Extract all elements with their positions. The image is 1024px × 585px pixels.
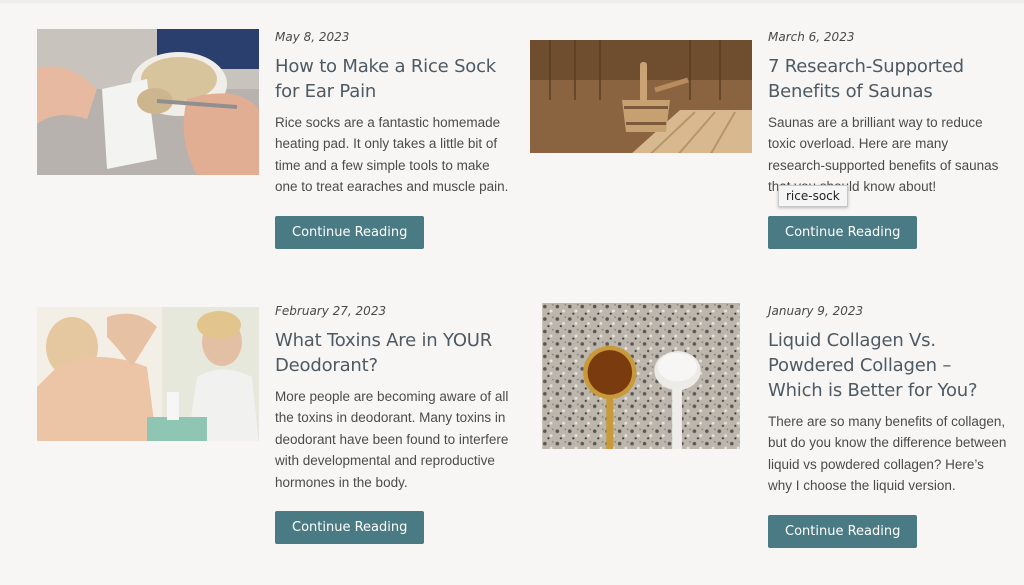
continue-reading-button[interactable]: Continue Reading — [275, 215, 425, 249]
continue-reading-button[interactable]: Continue Reading — [275, 511, 425, 545]
post-thumbnail-rice-sock[interactable] — [37, 29, 259, 175]
top-divider — [0, 0, 1024, 3]
post-thumbnail-collagen[interactable] — [530, 303, 752, 467]
post-date: May 8, 2023 — [275, 30, 350, 44]
post-title-link[interactable]: 7 Research-Supported Benefits of Saunas — [768, 54, 1008, 104]
post-content: May 8, 2023 How to Make a Rice Sock for … — [275, 29, 515, 249]
post-content: February 27, 2023 What Toxins Are in YOU… — [275, 303, 515, 545]
post-excerpt: There are so many benefits of collagen, … — [768, 414, 1007, 494]
post-date: January 9, 2023 — [768, 304, 864, 318]
post-date: March 6, 2023 — [768, 30, 855, 44]
post-thumbnail-deodorant[interactable] — [37, 303, 259, 441]
post-excerpt: More people are becoming aware of all th… — [275, 389, 509, 490]
post-title-link[interactable]: Liquid Collagen Vs. Powdered Collagen – … — [768, 328, 1008, 403]
post-title-link[interactable]: How to Make a Rice Sock for Ear Pain — [275, 54, 515, 104]
image-tooltip: rice-sock — [778, 185, 848, 207]
post-date: February 27, 2023 — [275, 304, 387, 318]
continue-reading-button[interactable]: Continue Reading — [768, 215, 918, 249]
post-title-link[interactable]: What Toxins Are in YOUR Deodorant? — [275, 328, 515, 378]
post-content: March 6, 2023 7 Research-Supported Benef… — [768, 29, 1008, 249]
post-excerpt: Rice socks are a fantastic homemade heat… — [275, 115, 509, 195]
continue-reading-button[interactable]: Continue Reading — [768, 514, 918, 548]
post-thumbnail-sauna[interactable] — [530, 29, 752, 153]
post-content: January 9, 2023 Liquid Collagen Vs. Powd… — [768, 303, 1008, 548]
